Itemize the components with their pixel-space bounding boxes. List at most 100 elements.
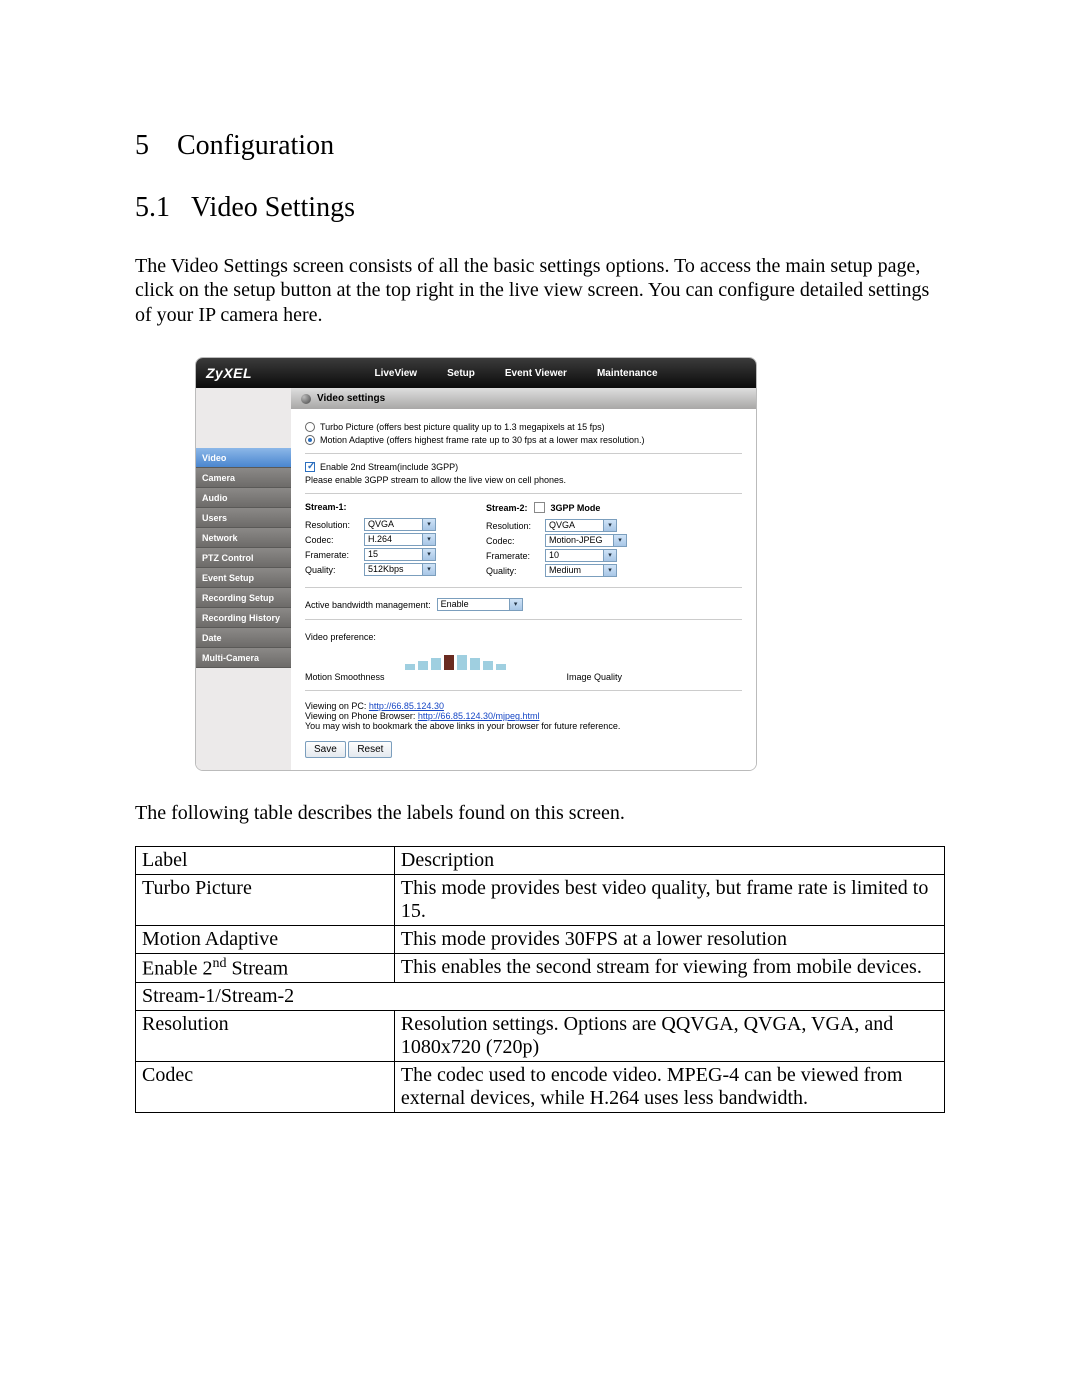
- radio-turbo-picture[interactable]: [305, 422, 315, 432]
- sidebar-item-audio[interactable]: Audio: [196, 488, 291, 508]
- save-button[interactable]: Save: [305, 741, 346, 758]
- chevron-down-icon: ▾: [422, 534, 435, 545]
- stream2-codec-label: Codec:: [486, 536, 541, 546]
- radio-motion-adaptive-label: Motion Adaptive (offers highest frame ra…: [320, 435, 645, 445]
- chevron-down-icon: ▾: [509, 599, 522, 610]
- stream2-framerate-select[interactable]: 10 ▾: [545, 549, 617, 562]
- link-pc[interactable]: http://66.85.124.30: [369, 701, 444, 711]
- video-preference-label: Video preference:: [305, 632, 742, 642]
- main-panel: Video settings Turbo Picture (offers bes…: [291, 388, 756, 770]
- nav-eventviewer[interactable]: Event Viewer: [505, 368, 567, 379]
- table-row: Turbo PictureThis mode provides best vid…: [136, 874, 945, 925]
- reset-button[interactable]: Reset: [348, 741, 392, 758]
- link-phone-label: Viewing on Phone Browser:: [305, 711, 415, 721]
- table-row: ResolutionResolution settings. Options a…: [136, 1011, 945, 1062]
- table-cell-label: Motion Adaptive: [136, 925, 395, 953]
- link-phone[interactable]: http://66.85.124.30/mjpeg.html: [418, 711, 540, 721]
- th-label: Label: [136, 846, 395, 874]
- stream1-quality-select[interactable]: 512Kbps ▾: [364, 563, 436, 576]
- chevron-down-icon: ▾: [613, 535, 626, 546]
- sidebar-item-users[interactable]: Users: [196, 508, 291, 528]
- pref-bar[interactable]: [444, 655, 454, 670]
- nav-setup[interactable]: Setup: [447, 368, 475, 379]
- abm-value: Enable: [441, 598, 469, 611]
- table-header-row: Label Description: [136, 846, 945, 874]
- stream1-resolution-select[interactable]: QVGA ▾: [364, 518, 436, 531]
- labels-table: Label Description Turbo PictureThis mode…: [135, 846, 945, 1114]
- table-cell-label: Stream-1/Stream-2: [136, 983, 945, 1011]
- top-nav: LiveView Setup Event Viewer Maintenance: [286, 368, 746, 379]
- stream2-quality-value: Medium: [549, 564, 581, 577]
- stream2-resolution-value: QVGA: [549, 519, 575, 532]
- sidebar-item-date[interactable]: Date: [196, 628, 291, 648]
- stream2-header: Stream-2:: [486, 503, 528, 513]
- stream2-codec-value: Motion-JPEG: [549, 534, 603, 547]
- sidebar-item-recording-setup[interactable]: Recording Setup: [196, 588, 291, 608]
- stream1-framerate-label: Framerate:: [305, 550, 360, 560]
- pref-bar[interactable]: [405, 664, 415, 670]
- stream1-block: Stream-1: Resolution: QVGA ▾ Codec:: [305, 502, 436, 579]
- stream2-codec-select[interactable]: Motion-JPEG ▾: [545, 534, 627, 547]
- sidebar: Video Camera Audio Users Network PTZ Con…: [196, 388, 291, 770]
- links-block: Viewing on PC: http://66.85.124.30 Viewi…: [305, 701, 742, 731]
- pref-bar[interactable]: [496, 664, 506, 670]
- checkbox-3gpp-mode-label: 3GPP Mode: [551, 503, 601, 513]
- table-row: Enable 2nd StreamThis enables the second…: [136, 953, 945, 983]
- screenshot-panel: ZyXEL LiveView Setup Event Viewer Mainte…: [195, 357, 757, 771]
- status-led-icon: [301, 394, 311, 404]
- stream2-quality-select[interactable]: Medium ▾: [545, 564, 617, 577]
- divider: [305, 690, 742, 691]
- table-intro: The following table describes the labels…: [135, 801, 945, 825]
- chevron-down-icon: ▾: [422, 519, 435, 530]
- pref-axis-right: Image Quality: [566, 672, 622, 682]
- chevron-down-icon: ▾: [603, 550, 616, 561]
- subsection-title: Video Settings: [191, 192, 355, 223]
- sidebar-item-video[interactable]: Video: [196, 448, 291, 468]
- stream1-codec-select[interactable]: H.264 ▾: [364, 533, 436, 546]
- divider: [305, 453, 742, 454]
- chevron-down-icon: ▾: [603, 565, 616, 576]
- pref-bar[interactable]: [470, 658, 480, 670]
- divider: [305, 493, 742, 494]
- sidebar-item-multi-camera[interactable]: Multi-Camera: [196, 648, 291, 668]
- subsection-number: 5.1: [135, 192, 170, 223]
- table-cell-label: Resolution: [136, 1011, 395, 1062]
- pref-bar[interactable]: [431, 658, 441, 670]
- stream1-quality-value: 512Kbps: [368, 563, 404, 576]
- stream2-block: Stream-2: 3GPP Mode Resolution: QVGA ▾: [486, 502, 627, 579]
- stream1-framerate-select[interactable]: 15 ▾: [364, 548, 436, 561]
- sidebar-item-recording-history[interactable]: Recording History: [196, 608, 291, 628]
- stream1-codec-label: Codec:: [305, 535, 360, 545]
- table-cell-label: Turbo Picture: [136, 874, 395, 925]
- table-cell-description: The codec used to encode video. MPEG-4 c…: [394, 1062, 944, 1113]
- nav-liveview[interactable]: LiveView: [374, 368, 417, 379]
- stream2-resolution-select[interactable]: QVGA ▾: [545, 519, 617, 532]
- pref-bar[interactable]: [418, 661, 428, 670]
- chevron-down-icon: ▾: [603, 520, 616, 531]
- checkbox-3gpp-mode[interactable]: [534, 502, 545, 513]
- section-number: 5: [135, 130, 149, 161]
- nav-maintenance[interactable]: Maintenance: [597, 368, 658, 379]
- table-cell-label: Enable 2nd Stream: [136, 953, 395, 983]
- panel-title-bar: Video settings: [291, 388, 756, 409]
- radio-turbo-picture-label: Turbo Picture (offers best picture quali…: [320, 422, 605, 432]
- pref-bar[interactable]: [457, 655, 467, 670]
- sidebar-item-network[interactable]: Network: [196, 528, 291, 548]
- table-cell-label: Codec: [136, 1062, 395, 1113]
- sidebar-item-camera[interactable]: Camera: [196, 468, 291, 488]
- chevron-down-icon: ▾: [422, 564, 435, 575]
- top-nav-bar: ZyXEL LiveView Setup Event Viewer Mainte…: [196, 358, 756, 388]
- table-cell-description: This enables the second stream for viewi…: [394, 953, 944, 983]
- chevron-down-icon: ▾: [422, 549, 435, 560]
- radio-motion-adaptive[interactable]: [305, 435, 315, 445]
- sidebar-item-ptz-control[interactable]: PTZ Control: [196, 548, 291, 568]
- sidebar-item-event-setup[interactable]: Event Setup: [196, 568, 291, 588]
- section-heading: 5 Configuration: [135, 130, 945, 162]
- checkbox-enable-2nd-stream[interactable]: ✓: [305, 462, 315, 472]
- th-description: Description: [394, 846, 944, 874]
- stream1-resolution-label: Resolution:: [305, 520, 360, 530]
- pref-bar[interactable]: [483, 661, 493, 670]
- abm-select[interactable]: Enable ▾: [437, 598, 523, 611]
- video-preference-chart[interactable]: [405, 650, 742, 670]
- intro-text: The Video Settings screen consists of al…: [135, 254, 945, 327]
